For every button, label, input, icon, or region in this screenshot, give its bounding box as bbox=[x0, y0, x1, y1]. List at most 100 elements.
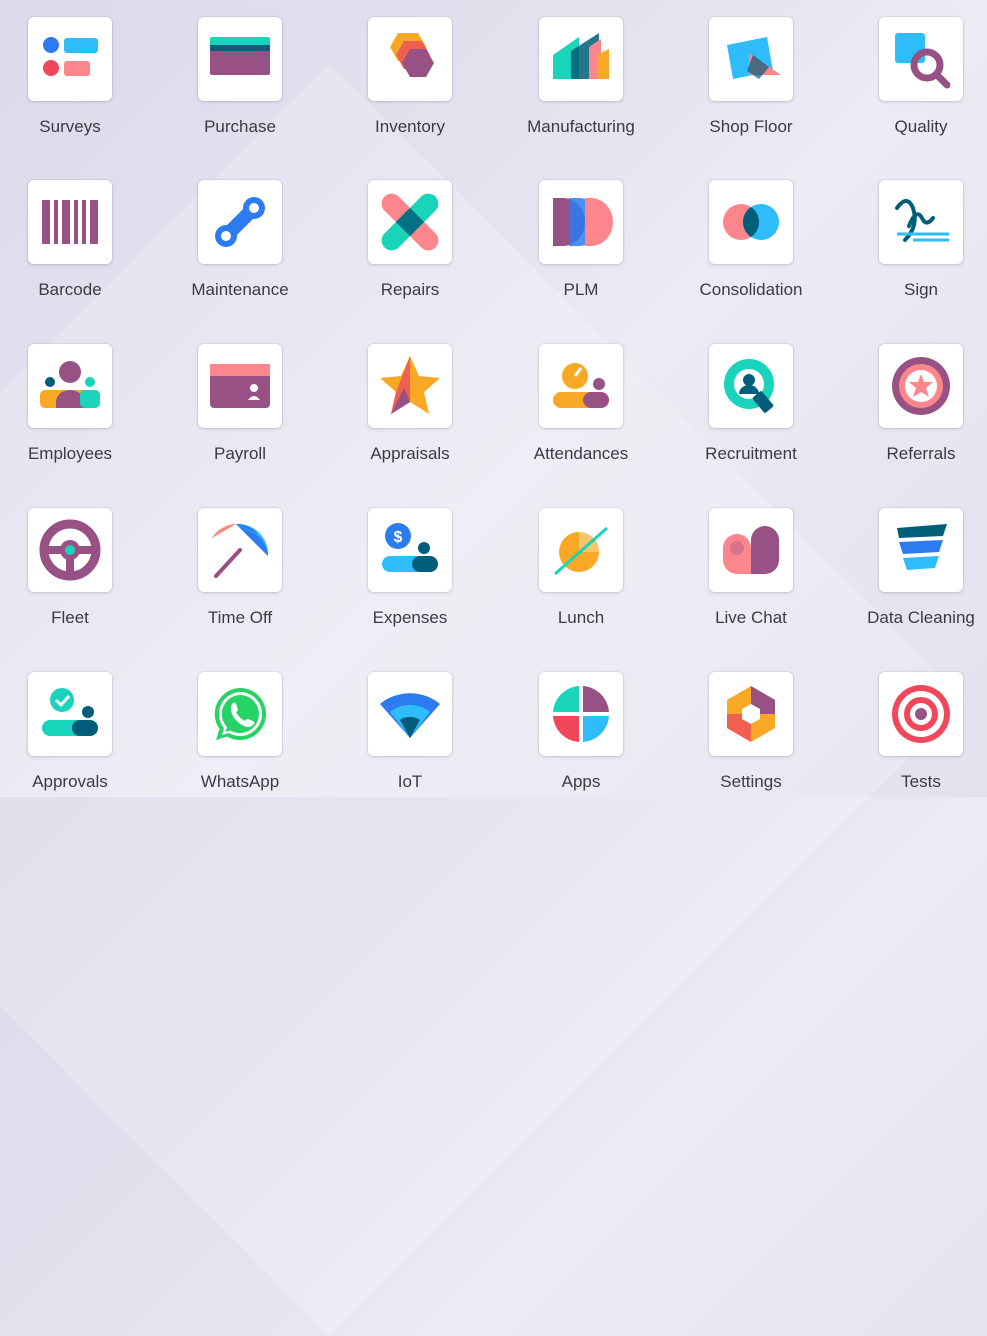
app-tile[interactable] bbox=[709, 508, 793, 592]
lunch-icon bbox=[549, 518, 613, 582]
app-tile[interactable] bbox=[368, 344, 452, 428]
app-tile[interactable] bbox=[539, 17, 623, 101]
app-tests[interactable]: Tests bbox=[836, 655, 987, 805]
data-cleaning-icon bbox=[889, 518, 953, 582]
app-tile[interactable] bbox=[368, 672, 452, 756]
app-tile[interactable] bbox=[28, 672, 112, 756]
app-tile[interactable] bbox=[198, 344, 282, 428]
app-inventory[interactable]: Inventory bbox=[325, 0, 495, 150]
app-expenses[interactable]: $ Expenses bbox=[325, 491, 495, 641]
inventory-icon bbox=[378, 27, 442, 91]
app-time-off[interactable]: Time Off bbox=[155, 491, 325, 641]
app-maintenance[interactable]: Maintenance bbox=[155, 163, 325, 313]
app-employees[interactable]: Employees bbox=[0, 327, 155, 477]
app-tile[interactable] bbox=[28, 180, 112, 264]
app-recruitment[interactable]: Recruitment bbox=[666, 327, 836, 477]
app-label: Barcode bbox=[38, 280, 102, 299]
settings-icon bbox=[719, 682, 783, 746]
app-settings[interactable]: Settings bbox=[666, 655, 836, 805]
app-sign[interactable]: Sign bbox=[836, 163, 987, 313]
app-tile[interactable] bbox=[539, 508, 623, 592]
app-tile[interactable]: $ bbox=[368, 508, 452, 592]
app-whatsapp[interactable]: WhatsApp bbox=[155, 655, 325, 805]
app-live-chat[interactable]: Live Chat bbox=[666, 491, 836, 641]
approvals-icon bbox=[38, 682, 102, 746]
manufacturing-icon bbox=[549, 27, 613, 91]
app-label: Recruitment bbox=[705, 444, 797, 463]
svg-text:$: $ bbox=[394, 529, 403, 546]
app-label: Purchase bbox=[204, 117, 276, 136]
fleet-icon bbox=[38, 518, 102, 582]
app-fleet[interactable]: Fleet bbox=[0, 491, 155, 641]
app-tile[interactable] bbox=[368, 180, 452, 264]
app-iot[interactable]: IoT bbox=[325, 655, 495, 805]
app-label: Apps bbox=[561, 772, 601, 791]
referrals-icon bbox=[889, 354, 953, 418]
app-tile[interactable] bbox=[709, 180, 793, 264]
app-tile[interactable] bbox=[28, 344, 112, 428]
app-tile[interactable] bbox=[879, 180, 963, 264]
payroll-icon bbox=[208, 354, 272, 418]
app-plm[interactable]: PLM bbox=[496, 163, 666, 313]
app-tile[interactable] bbox=[709, 344, 793, 428]
app-appraisals[interactable]: Appraisals bbox=[325, 327, 495, 477]
iot-icon bbox=[378, 682, 442, 746]
quality-icon bbox=[889, 27, 953, 91]
app-repairs[interactable]: Repairs bbox=[325, 163, 495, 313]
app-tile[interactable] bbox=[539, 344, 623, 428]
app-purchase[interactable]: Purchase bbox=[155, 0, 325, 150]
app-tile[interactable] bbox=[879, 508, 963, 592]
sign-icon bbox=[889, 190, 953, 254]
app-lunch[interactable]: Lunch bbox=[496, 491, 666, 641]
app-label: Time Off bbox=[207, 608, 273, 627]
app-tile[interactable] bbox=[198, 508, 282, 592]
purchase-icon bbox=[208, 27, 272, 91]
app-label: Tests bbox=[901, 772, 941, 791]
app-tile[interactable] bbox=[198, 672, 282, 756]
app-tile[interactable] bbox=[198, 17, 282, 101]
app-attendances[interactable]: Attendances bbox=[496, 327, 666, 477]
appraisals-icon bbox=[378, 354, 442, 418]
recruitment-icon bbox=[719, 354, 783, 418]
live-chat-icon bbox=[719, 518, 783, 582]
app-approvals[interactable]: Approvals bbox=[0, 655, 155, 805]
app-consolidation[interactable]: Consolidation bbox=[666, 163, 836, 313]
shop-floor-icon bbox=[719, 27, 783, 91]
app-label: Surveys bbox=[39, 117, 101, 136]
app-surveys[interactable]: Surveys bbox=[0, 0, 155, 150]
app-referrals[interactable]: Referrals bbox=[836, 327, 987, 477]
app-tile[interactable] bbox=[368, 17, 452, 101]
app-quality[interactable]: Quality bbox=[836, 0, 987, 150]
app-label: Fleet bbox=[51, 608, 89, 627]
app-grid: Surveys Purchase Inventory Manufacturing Sho… bbox=[0, 0, 987, 797]
app-tile[interactable] bbox=[709, 672, 793, 756]
app-shop-floor[interactable]: Shop Floor bbox=[666, 0, 836, 150]
surveys-icon bbox=[38, 27, 102, 91]
app-apps[interactable]: Apps bbox=[496, 655, 666, 805]
app-tile[interactable] bbox=[879, 672, 963, 756]
app-data-cleaning[interactable]: Data Cleaning bbox=[836, 491, 987, 641]
app-label: Live Chat bbox=[715, 608, 787, 627]
app-tile[interactable] bbox=[28, 508, 112, 592]
app-tile[interactable] bbox=[539, 672, 623, 756]
app-tile[interactable] bbox=[879, 17, 963, 101]
app-barcode[interactable]: Barcode bbox=[0, 163, 155, 313]
app-tile[interactable] bbox=[709, 17, 793, 101]
app-label: Lunch bbox=[557, 608, 605, 627]
plm-icon bbox=[549, 190, 613, 254]
app-label: Data Cleaning bbox=[867, 608, 975, 627]
app-label: Approvals bbox=[32, 772, 108, 791]
app-tile[interactable] bbox=[879, 344, 963, 428]
expenses-icon: $ bbox=[378, 518, 442, 582]
app-tile[interactable] bbox=[28, 17, 112, 101]
app-tile[interactable] bbox=[539, 180, 623, 264]
consolidation-icon bbox=[719, 190, 783, 254]
app-manufacturing[interactable]: Manufacturing bbox=[496, 0, 666, 150]
app-label: PLM bbox=[563, 280, 599, 299]
app-label: Shop Floor bbox=[709, 117, 793, 136]
barcode-icon bbox=[38, 190, 102, 254]
app-label: WhatsApp bbox=[200, 772, 280, 791]
app-label: Settings bbox=[720, 772, 782, 791]
app-payroll[interactable]: Payroll bbox=[155, 327, 325, 477]
app-tile[interactable] bbox=[198, 180, 282, 264]
